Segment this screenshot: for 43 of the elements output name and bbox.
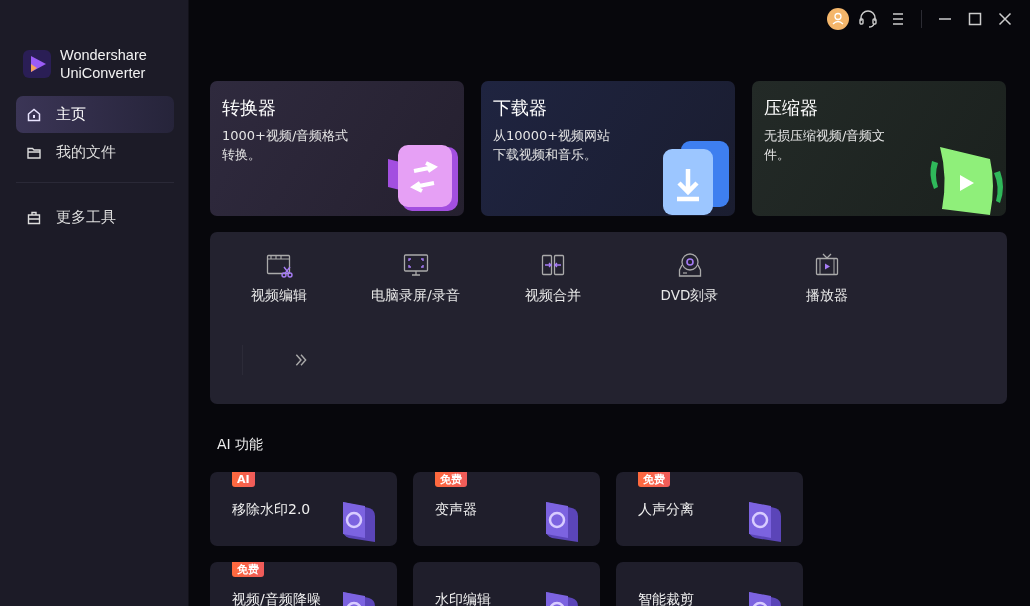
sidebar-item[interactable]: 主页 bbox=[16, 96, 174, 133]
sidebar-item[interactable]: 更多工具 bbox=[16, 199, 174, 236]
toolbox-icon bbox=[26, 209, 42, 226]
card-title: 智能裁剪 bbox=[638, 591, 694, 606]
card-title: 变声器 bbox=[435, 501, 477, 519]
ai-feature-card[interactable]: 免费 变声器 bbox=[413, 472, 600, 546]
tool-item[interactable]: 电脑录屏/录音 bbox=[347, 251, 484, 305]
tool-item[interactable]: 视频编辑 bbox=[210, 251, 347, 305]
app-logo bbox=[23, 50, 51, 78]
app-name: Wondershare bbox=[60, 46, 147, 64]
ai-feature-card[interactable]: 智能裁剪 bbox=[616, 562, 803, 606]
feature-card[interactable]: 压缩器 无损压缩视频/音频文件。 bbox=[752, 81, 1006, 216]
card-title: 人声分离 bbox=[638, 501, 694, 519]
ai-feature-card[interactable]: 水印编辑 bbox=[413, 562, 600, 606]
tool-item[interactable]: 视频合并 bbox=[484, 251, 621, 305]
card-title: 转换器 bbox=[222, 96, 277, 120]
card-title: 移除水印2.0 bbox=[232, 501, 311, 519]
ai-feature-card[interactable]: 免费 视频/音频降噪 bbox=[210, 562, 397, 606]
card-description: 从10000+视频网站下载视频和音乐。 bbox=[493, 127, 612, 164]
app-name: UniConverter bbox=[60, 64, 147, 82]
tag: 免费 bbox=[232, 562, 264, 577]
tag: AI bbox=[232, 472, 255, 487]
card-title: 下载器 bbox=[493, 96, 548, 120]
card-title: 水印编辑 bbox=[435, 591, 491, 606]
double-chevron-icon[interactable] bbox=[294, 353, 308, 367]
card-title: 视频/音频降噪 bbox=[232, 591, 321, 606]
headset-icon[interactable] bbox=[857, 8, 879, 30]
tool-item[interactable]: DVD刻录 bbox=[621, 251, 758, 305]
ai-feature-card[interactable]: AI 移除水印2.0 bbox=[210, 472, 397, 546]
card-title: 压缩器 bbox=[764, 96, 819, 120]
monitor-icon bbox=[401, 251, 430, 279]
home-icon bbox=[26, 106, 42, 123]
tag: 免费 bbox=[435, 472, 467, 487]
card-description: 无损压缩视频/音频文件。 bbox=[764, 127, 887, 164]
feature-card[interactable]: 下载器 从10000+视频网站下载视频和音乐。 bbox=[481, 81, 735, 216]
avatar-icon[interactable] bbox=[827, 8, 849, 30]
section-title: AI 功能 bbox=[217, 436, 265, 454]
tag: 免费 bbox=[638, 472, 670, 487]
feature-card[interactable]: 转换器 1000+视频/音频格式转换。 bbox=[210, 81, 464, 216]
tool-item[interactable]: 播放器 bbox=[758, 251, 895, 305]
ai-feature-card[interactable]: 免费 人声分离 bbox=[616, 472, 803, 546]
card-description: 1000+视频/音频格式转换。 bbox=[222, 127, 350, 164]
sidebar-item[interactable]: 我的文件 bbox=[16, 134, 174, 171]
